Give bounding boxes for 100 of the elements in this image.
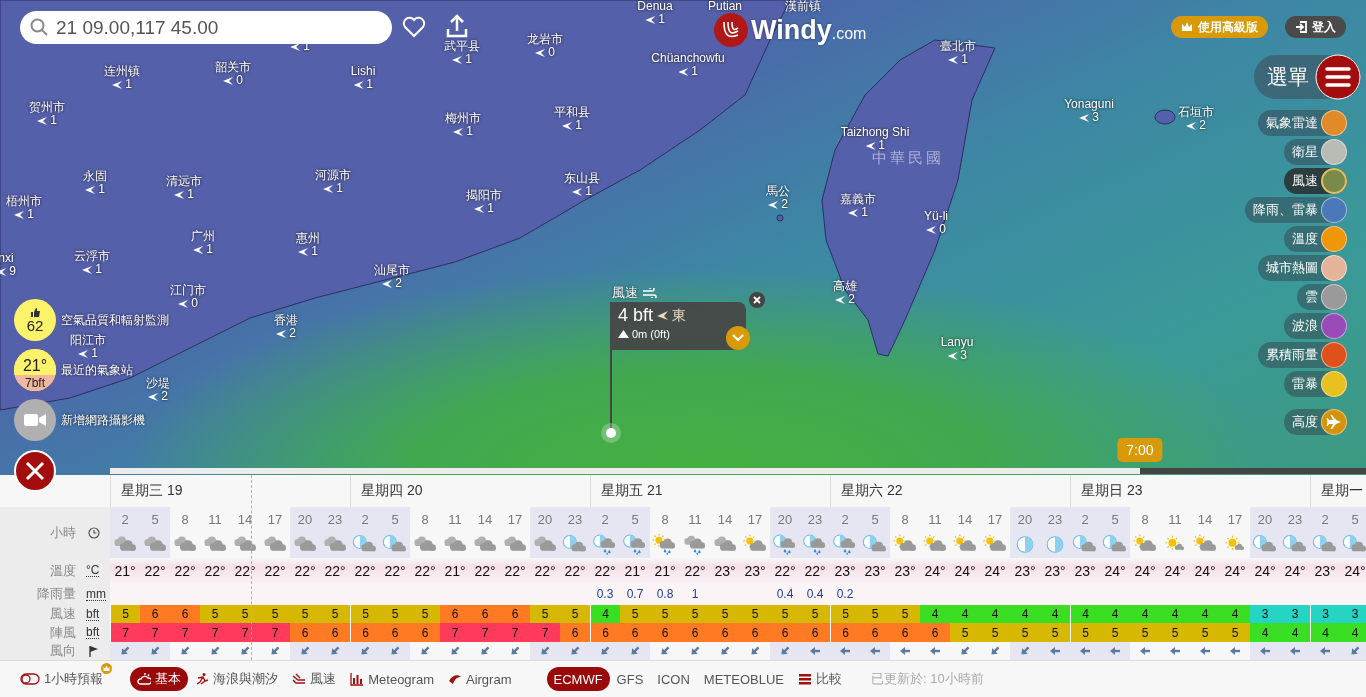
wind-gust-cell: 5 (1010, 623, 1040, 642)
city-label: 香港 (274, 314, 298, 327)
wind-gust-cell: 5 (1220, 623, 1250, 642)
wind-arrow-icon (1186, 120, 1197, 131)
view-tab[interactable]: Airgram (441, 667, 519, 691)
model-tab[interactable]: GFS (609, 667, 651, 691)
wind-direction-arrow-icon (1049, 645, 1061, 657)
layer-button[interactable]: 城市熱圖 (1258, 255, 1347, 281)
wind-value: 1 (91, 347, 98, 360)
search-field[interactable]: 21 09.00,117 45.00 (20, 11, 392, 44)
wind-speed-cell: 5 (110, 605, 140, 623)
wind-speed-cell: 6 (500, 605, 530, 623)
city-label: 永固 (83, 170, 107, 183)
layer-button[interactable]: 波浪 (1284, 313, 1347, 339)
wind-speed-cell: 4 (1010, 605, 1040, 623)
wind-direction-arrow-icon (1289, 645, 1301, 657)
forecast-hour: 8 (420, 510, 430, 529)
camera-icon (24, 413, 46, 427)
view-tab[interactable]: 基本 (130, 667, 189, 691)
view-tab[interactable]: Meteogram (343, 667, 441, 691)
direction-arrow-icon (657, 311, 669, 320)
wind-speed-cell: 5 (560, 605, 590, 623)
wind-value: 1 (125, 78, 132, 91)
wind-gust-cell: 5 (950, 623, 980, 642)
wind-gust-cell: 7 (260, 623, 290, 642)
share-icon[interactable] (445, 13, 469, 39)
layer-button[interactable]: 溫度 (1284, 226, 1347, 252)
model-tab[interactable]: ICON (650, 667, 697, 691)
temperature-value: 22° (800, 558, 830, 583)
wind-value: 1 (878, 139, 885, 152)
layer-button[interactable]: 累積雨量 (1258, 342, 1347, 368)
forecast-hour: 2 (350, 507, 380, 531)
wind-value: 1 (311, 245, 318, 258)
layer-button[interactable]: 風速 (1284, 168, 1347, 194)
view-tab[interactable]: 風速 (285, 667, 344, 691)
city-label: 臺北市 (940, 40, 976, 53)
view-tab[interactable]: 海浪與潮汐 (188, 667, 286, 691)
wind-direction-arrow-icon (299, 645, 311, 657)
wind-direction-arrow-icon (779, 645, 791, 657)
wind-arrow-icon (298, 246, 309, 257)
forecast-hour: 14 (476, 510, 494, 529)
city-label: 韶关市 (215, 61, 251, 74)
layer-button[interactable]: 雲 (1297, 284, 1347, 310)
heart-icon[interactable] (402, 16, 426, 38)
layer-button[interactable]: 降雨、雷暴 (1245, 197, 1347, 223)
temperature-value: 22° (230, 558, 260, 583)
wind-arrow-icon (768, 199, 779, 210)
wind-direction-arrow-icon (629, 645, 641, 657)
layer-button[interactable]: 衛星 (1284, 139, 1347, 165)
wind-value: 1 (585, 185, 592, 198)
wind-arrow-icon (948, 54, 959, 65)
wind-speed-cell: 5 (290, 605, 320, 623)
temperature-value: 24° (1220, 558, 1250, 583)
temperature-value: 24° (1340, 558, 1366, 583)
wind-direction-arrow-icon (599, 645, 611, 657)
wind-value: 1 (658, 13, 665, 26)
city-label: 石垣市 (1178, 106, 1214, 119)
forecast-hour: 5 (1340, 507, 1366, 531)
layer-button[interactable]: 雷暴 (1284, 371, 1347, 397)
wind-value: 0 (548, 46, 555, 59)
layer-button[interactable]: 高度 (1284, 409, 1347, 435)
wind-arrow-icon (14, 209, 25, 220)
wind-value: 1 (336, 182, 343, 195)
wind-speed-cell: 5 (320, 605, 350, 623)
wind-gust-cell: 6 (800, 623, 830, 642)
temperature-value: 22° (560, 558, 590, 583)
wind-gust-cell: 6 (350, 623, 380, 642)
popup-title: 風速 (612, 284, 638, 302)
wind-value: 1 (465, 53, 472, 66)
temperature-value: 22° (200, 558, 230, 583)
layer-button[interactable]: 氣象雷達 (1258, 110, 1347, 136)
wind-arrow-icon (572, 186, 583, 197)
unit-label: °C (86, 564, 100, 577)
forecast-hour: 2 (1070, 507, 1100, 531)
model-tab[interactable]: METEOBLUE (696, 667, 792, 691)
login-button[interactable]: 登入 (1285, 16, 1346, 38)
wind-arrow-icon (645, 14, 656, 25)
wind-direction-arrow-icon (389, 645, 401, 657)
compare-button[interactable]: 比較 (791, 667, 850, 691)
wind-direction-arrow-icon (1169, 645, 1181, 657)
model-tab[interactable]: ECMWF (546, 667, 610, 691)
wind-value: 1 (50, 114, 57, 127)
hourly-toggle[interactable]: 1小時預報 (20, 667, 111, 691)
forecast-hour: 8 (1140, 510, 1150, 529)
wind-direction-arrow-icon (1349, 645, 1361, 657)
temperature-value: 22° (170, 558, 200, 583)
forecast-hour: 17 (266, 510, 284, 529)
wind-gust-cell: 6 (620, 623, 650, 642)
wind-gust-cell: 6 (740, 623, 770, 642)
wind-arrow-icon (78, 348, 89, 359)
temperature-value: 22° (530, 558, 560, 583)
forecast-hour: 8 (180, 510, 190, 529)
wind-value: 1 (206, 243, 213, 256)
windy-logo-icon (714, 13, 748, 47)
wind-icon (643, 288, 657, 298)
meteogram-icon (350, 672, 365, 686)
city-label: 清远市 (166, 175, 202, 188)
wind-direction-arrow-icon (869, 645, 881, 657)
wind-gust-cell: 7 (530, 623, 560, 642)
menu-button[interactable]: 選單 (1254, 55, 1361, 99)
